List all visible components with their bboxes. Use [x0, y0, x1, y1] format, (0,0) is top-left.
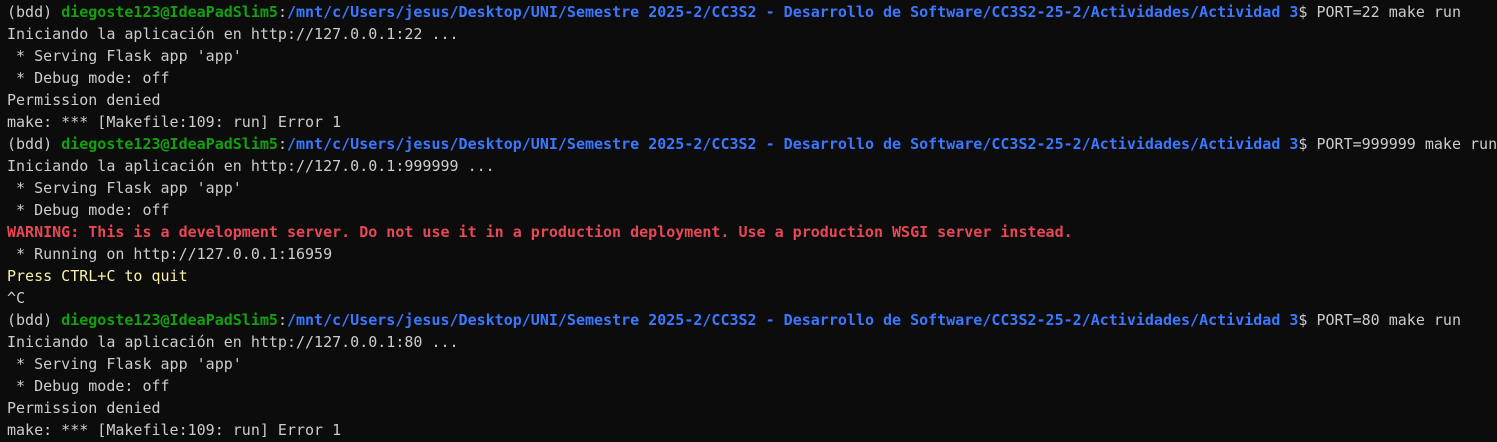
output-line: Permission denied: [7, 91, 161, 109]
prompt-colon: :: [277, 311, 287, 329]
prompt-line: (bdd) diegoste123@IdeaPadSlim5:/mnt/c/Us…: [7, 1, 1497, 23]
prompt-colon: :: [277, 3, 287, 21]
prompt-path: /mnt/c/Users/jesus/Desktop/UNI/Semestre …: [286, 3, 1299, 21]
terminal-output[interactable]: (bdd) diegoste123@IdeaPadSlim5:/mnt/c/Us…: [0, 0, 1497, 442]
prompt-userhost: diegoste123@IdeaPadSlim5: [61, 135, 278, 153]
output-line: * Serving Flask app 'app': [7, 179, 242, 197]
output-line: Permission denied: [7, 399, 161, 417]
prompt-path: /mnt/c/Users/jesus/Desktop/UNI/Semestre …: [286, 135, 1299, 153]
output-line: * Debug mode: off: [7, 201, 170, 219]
prompt-env: (bdd): [7, 311, 62, 329]
prompt-userhost: diegoste123@IdeaPadSlim5: [61, 311, 278, 329]
command-text: PORT=999999 make run: [1316, 135, 1497, 153]
warning-line: WARNING: This is a development server. D…: [7, 223, 1073, 241]
prompt-dollar: $: [1298, 3, 1317, 21]
output-line: ^C: [7, 289, 26, 307]
prompt-dollar: $: [1298, 135, 1317, 153]
quit-hint-line: Press CTRL+C to quit: [7, 267, 188, 285]
command-text: PORT=22 make run: [1316, 3, 1461, 21]
output-line: * Serving Flask app 'app': [7, 47, 242, 65]
command-text: PORT=80 make run: [1316, 311, 1461, 329]
prompt-env: (bdd): [7, 135, 62, 153]
output-line: * Debug mode: off: [7, 377, 170, 395]
prompt-userhost: diegoste123@IdeaPadSlim5: [61, 3, 278, 21]
output-line: * Debug mode: off: [7, 69, 170, 87]
output-line: Iniciando la aplicación en http://127.0.…: [7, 333, 459, 351]
prompt-dollar: $: [1298, 311, 1317, 329]
prompt-env: (bdd): [7, 3, 62, 21]
prompt-line: (bdd) diegoste123@IdeaPadSlim5:/mnt/c/Us…: [7, 133, 1497, 155]
prompt-colon: :: [277, 135, 287, 153]
output-line: * Serving Flask app 'app': [7, 355, 242, 373]
output-line: Iniciando la aplicación en http://127.0.…: [7, 25, 459, 43]
output-line: Iniciando la aplicación en http://127.0.…: [7, 157, 495, 175]
prompt-line: (bdd) diegoste123@IdeaPadSlim5:/mnt/c/Us…: [7, 309, 1497, 331]
output-line: make: *** [Makefile:109: run] Error 1: [7, 421, 342, 439]
output-line: * Running on http://127.0.0.1:16959: [7, 245, 333, 263]
output-line: make: *** [Makefile:109: run] Error 1: [7, 113, 342, 131]
prompt-path: /mnt/c/Users/jesus/Desktop/UNI/Semestre …: [286, 311, 1299, 329]
